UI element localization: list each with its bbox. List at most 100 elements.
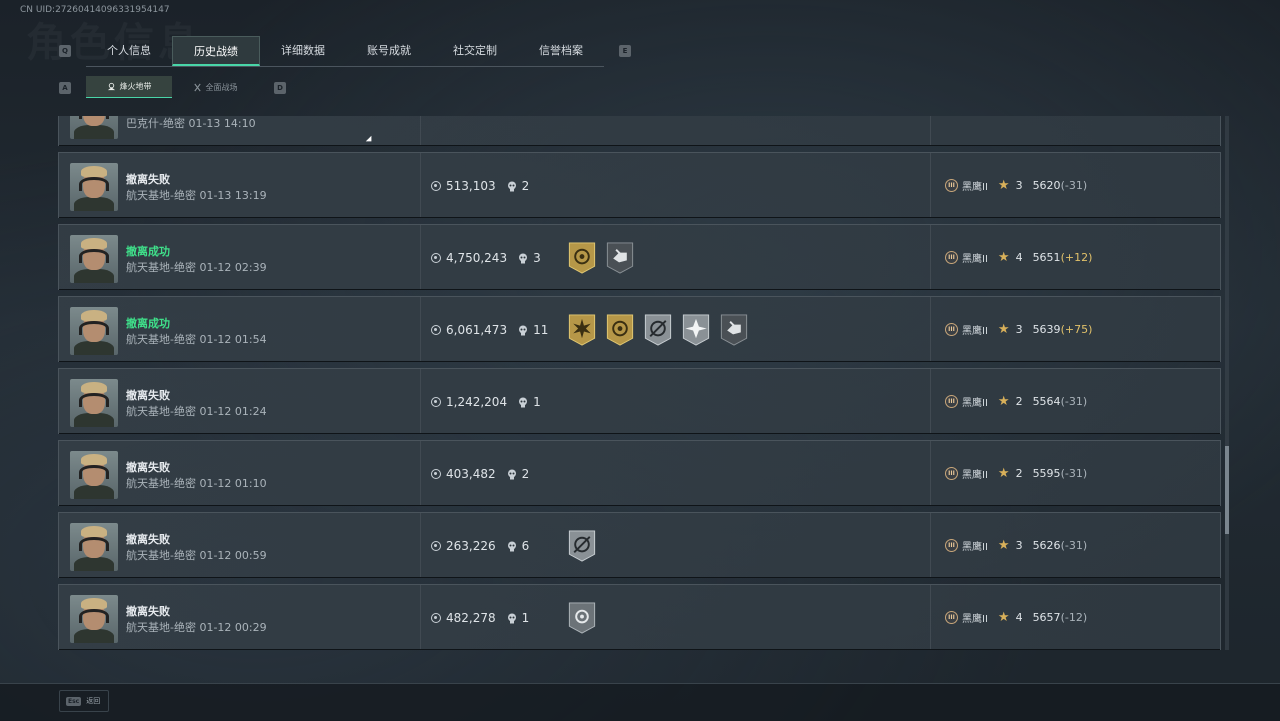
subtab-next-key[interactable]: D	[274, 82, 286, 94]
silver-target-badge[interactable]	[567, 601, 597, 635]
column-divider	[930, 585, 931, 649]
match-stats: 263,226 6	[431, 539, 529, 553]
match-row[interactable]: 撤离成功 航天基地-绝密 01-12 01:54 6,061,473 11 III 黑鹰I…	[58, 296, 1221, 362]
tab-detailed-data[interactable]: 详细数据	[260, 36, 346, 66]
column-divider	[420, 297, 421, 361]
extraction-status: 撤离成功	[126, 245, 170, 258]
star-icon: ★	[997, 538, 1010, 553]
score-value: 5651	[1032, 251, 1061, 264]
column-divider	[420, 585, 421, 649]
operator-avatar	[70, 235, 118, 283]
column-divider	[420, 116, 421, 145]
rank-score: 5595(-31)	[1033, 467, 1088, 480]
tab-social[interactable]: 社交定制	[432, 36, 518, 66]
star-icon: ★	[997, 322, 1010, 337]
map-time-detail: 航天基地-绝密 01-12 01:10	[126, 477, 267, 490]
match-row[interactable]: 撤离失败 航天基地-绝密 01-13 13:19 513,103 2 III 黑鹰II ★ 3…	[58, 152, 1221, 218]
rank-name: 黑鹰II	[962, 326, 988, 337]
rank-name: 黑鹰II	[962, 254, 988, 265]
match-row[interactable]: 撤离失败 航天基地-绝密 01-12 01:24 1,242,204 1 III 黑鹰II…	[58, 368, 1221, 434]
rank-emblem-icon: III	[945, 539, 958, 552]
score-value: 5626	[1032, 539, 1061, 552]
rank-emblem-icon: III	[945, 467, 958, 480]
money-value: 263,226	[446, 539, 496, 553]
kill-count: 11	[533, 323, 549, 337]
kill-count: 1	[533, 395, 541, 409]
match-stats: 482,278 1	[431, 611, 529, 625]
rank-name: 黑鹰II	[962, 470, 988, 481]
subtab-operations[interactable]: 烽火地带	[86, 76, 172, 98]
match-stats: 1,242,204 1	[431, 395, 541, 409]
operator-avatar	[70, 163, 118, 211]
match-row[interactable]: 撤离失败 航天基地-绝密 01-12 00:29 482,278 1 III 黑鹰II ★ 4…	[58, 584, 1221, 650]
star-count: 4	[1015, 251, 1023, 264]
list-scrollbar[interactable]	[1225, 116, 1229, 650]
score-change: (-31)	[1060, 467, 1088, 480]
skull-icon	[507, 541, 516, 551]
tab-achievements[interactable]: 账号成就	[346, 36, 432, 66]
score-value: 5639	[1032, 323, 1061, 336]
gold-burst-badge[interactable]	[567, 313, 597, 347]
rank-emblem-icon: III	[945, 611, 958, 624]
gray-hand-badge[interactable]	[719, 313, 749, 347]
silver-star-badge[interactable]	[681, 313, 711, 347]
scrollbar-thumb[interactable]	[1225, 446, 1229, 534]
user-uid: CN UID:2726041409633195414​7	[20, 5, 170, 15]
footer-bar	[0, 683, 1280, 721]
column-divider	[420, 369, 421, 433]
subtab-prev-key[interactable]: A	[59, 82, 71, 94]
skull-icon	[519, 325, 528, 335]
tab-next-key[interactable]: E	[619, 45, 631, 57]
medal-list	[567, 313, 749, 347]
subtab-warfare[interactable]: 全面战场	[172, 76, 258, 98]
operator-avatar	[70, 379, 118, 427]
score-value: 5564	[1032, 395, 1061, 408]
money-value: 1,242,204	[446, 395, 508, 409]
gray-hand-badge[interactable]	[605, 241, 635, 275]
column-divider	[930, 297, 931, 361]
gold-target-badge[interactable]	[605, 313, 635, 347]
back-button[interactable]: Esc 返回	[59, 690, 109, 712]
rank-info: III 黑鹰II ★ 3 5620(-31)	[945, 178, 1087, 193]
money-value: 482,278	[446, 611, 496, 625]
score-change: (-31)	[1060, 539, 1088, 552]
extraction-status: 撤离失败	[126, 461, 170, 474]
column-divider	[930, 441, 931, 505]
currency-icon	[431, 469, 441, 479]
gold-target-badge[interactable]	[567, 241, 597, 275]
rank-name: 黑鹰II	[962, 614, 988, 625]
warfare-icon	[193, 83, 201, 91]
tab-match-history[interactable]: 历史战绩	[172, 36, 260, 66]
column-divider	[420, 513, 421, 577]
extraction-status: 撤离失败	[126, 605, 170, 618]
medal-list	[567, 601, 597, 635]
silver-crosshair-badge[interactable]	[643, 313, 673, 347]
currency-icon	[431, 253, 441, 263]
skull-icon	[507, 181, 516, 191]
star-count: 4	[1015, 611, 1023, 624]
tab-personal-info[interactable]: 个人信息	[86, 36, 172, 66]
skull-icon	[507, 613, 516, 623]
subtab-warfare-label: 全面战场	[205, 82, 238, 92]
match-row[interactable]: 撤离失败 航天基地-绝密 01-12 01:10 403,482 2 III 黑鹰II ★ 2…	[58, 440, 1221, 506]
match-stats: 513,103 2	[431, 179, 529, 193]
rank-info: III 黑鹰II ★ 3 5626(-31)	[945, 538, 1087, 553]
money-value: 6,061,473	[446, 323, 508, 337]
match-row[interactable]: 撤离失败 航天基地-绝密 01-12 00:59 263,226 6 III 黑鹰II ★ 3…	[58, 512, 1221, 578]
silver-crosshair-badge[interactable]	[567, 529, 597, 563]
match-stats: 403,482 2	[431, 467, 529, 481]
score-change: (-12)	[1060, 611, 1088, 624]
star-icon: ★	[997, 466, 1010, 481]
match-row[interactable]: 撤离成功 航天基地-绝密 01-12 02:39 4,750,243 3 III 黑鹰II…	[58, 224, 1221, 290]
extraction-status: 撤离失败	[126, 173, 170, 186]
rank-info: III 黑鹰II ★ 2 5564(-31)	[945, 394, 1087, 409]
match-row[interactable]: 巴克什-绝密 01-13 14:10	[58, 116, 1221, 146]
map-time-detail: 航天基地-绝密 01-12 00:59	[126, 549, 267, 562]
rank-emblem-icon: III	[945, 395, 958, 408]
score-change: (-31)	[1060, 179, 1088, 192]
map-time-detail: 航天基地-绝密 01-12 01:24	[126, 405, 267, 418]
tab-prev-key[interactable]: Q	[59, 45, 71, 57]
rank-emblem-icon: III	[945, 251, 958, 264]
tab-reputation[interactable]: 信誉档案	[518, 36, 604, 66]
kill-count: 1	[521, 611, 530, 625]
